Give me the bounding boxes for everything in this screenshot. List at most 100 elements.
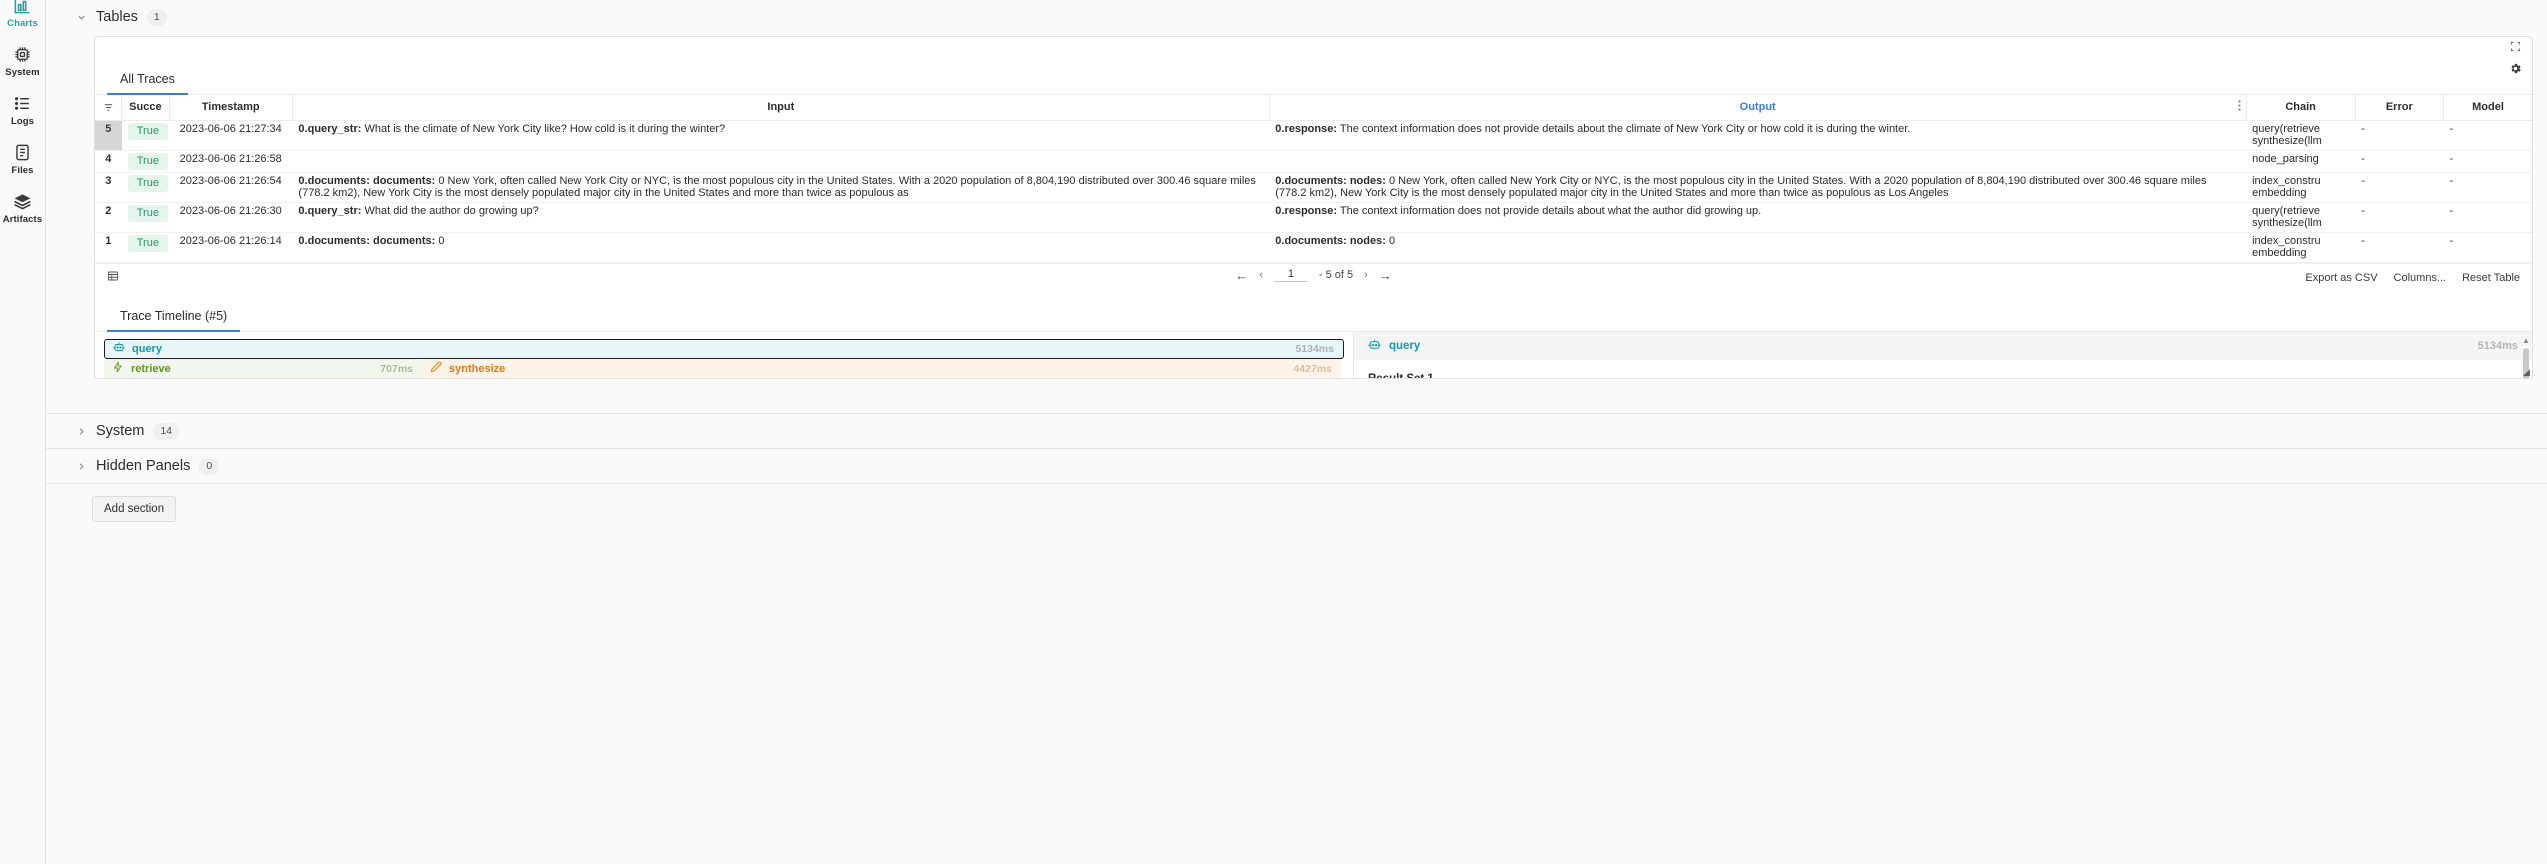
row-chain-line1: index_constru [2252, 174, 2321, 187]
column-header-input[interactable]: Input [292, 95, 1270, 121]
row-index[interactable]: 4 [95, 150, 122, 173]
row-timestamp: 2023-06-06 21:27:34 [169, 120, 293, 151]
column-header-filter[interactable] [95, 95, 123, 121]
reset-table-button[interactable]: Reset Table [2462, 272, 2520, 284]
first-page-icon[interactable]: ← [1235, 268, 1248, 283]
trace-timeline-tabs: Trace Timeline (#5) [95, 303, 2532, 332]
row-input-value: 0 [435, 234, 445, 247]
span-chart: query 5134ms retrieve 707ms synthesize 4… [95, 331, 1354, 380]
section-header-hidden-panels[interactable]: Hidden Panels 0 [46, 448, 2547, 483]
row-output-value: The context information does not provide… [1337, 204, 1762, 217]
last-page-icon[interactable]: → [1379, 268, 1392, 283]
row-index[interactable]: 2 [95, 202, 122, 233]
span-duration: 5134ms [1295, 342, 1334, 355]
file-icon [13, 141, 32, 163]
span-llm[interactable]: llm 4391ms [428, 379, 1341, 380]
row-timestamp: 2023-06-06 21:26:54 [169, 172, 293, 203]
sidebar-label-charts: Charts [7, 18, 38, 29]
sidebar-label-system: System [5, 67, 40, 78]
row-chain-line1: index_constru [2252, 234, 2321, 247]
row-index[interactable]: 1 [95, 232, 122, 263]
row-input: 0.documents: documents: 0 New York, ofte… [292, 172, 1270, 203]
span-row: embedding 690ms llm 4391ms [104, 379, 1344, 380]
status-badge: True [127, 122, 168, 140]
next-page-icon[interactable]: › [1364, 269, 1368, 281]
span-duration: 4427ms [1293, 362, 1332, 375]
table-row[interactable]: 4 True 2023-06-06 21:26:58 node_parsing … [95, 150, 2532, 173]
column-header-chain[interactable]: Chain [2246, 95, 2356, 121]
export-csv-button[interactable]: Export as CSV [2305, 272, 2377, 284]
row-output: 0.response: The context information does… [1269, 202, 2247, 233]
table-grid-icon[interactable] [107, 270, 119, 282]
row-model: - [2443, 232, 2532, 263]
scroll-up-icon[interactable]: ▲ [2522, 336, 2530, 345]
column-header-error[interactable]: Error [2355, 95, 2445, 121]
section-count-system: 14 [153, 422, 180, 440]
columns-button[interactable]: Columns... [2394, 272, 2447, 284]
row-output-key: 0.response: [1275, 122, 1338, 135]
row-timestamp: 2023-06-06 21:26:30 [169, 202, 293, 233]
prev-page-icon[interactable]: ‹ [1259, 269, 1263, 281]
column-header-model[interactable]: Model [2443, 95, 2532, 121]
row-output-key: 0.documents: nodes: [1275, 234, 1386, 247]
traces-table-wrapper: Succe Timestamp Input Output Chain Error… [95, 95, 2532, 303]
table-footer: ← ‹ - 5 of 5 › → Export as CSV Columns..… [95, 262, 2532, 303]
table-row[interactable]: 5 True 2023-06-06 21:27:34 0.query_str: … [95, 120, 2532, 151]
row-output: 0.documents: nodes: 0 New York, often ca… [1269, 172, 2247, 203]
left-nav-rail: Charts System Logs Files Artifacts [0, 0, 46, 864]
section-title-system: System [96, 423, 145, 439]
row-model: - [2443, 172, 2532, 203]
column-header-success[interactable]: Succe [121, 95, 170, 121]
row-error: - [2355, 202, 2444, 233]
chart-icon [13, 0, 32, 16]
row-error: - [2355, 150, 2444, 173]
row-input-key: 0.documents: documents: [298, 234, 436, 247]
sidebar-item-files[interactable]: Files [0, 141, 46, 176]
expand-icon[interactable] [2510, 41, 2521, 52]
row-success: True [121, 232, 170, 263]
column-header-output[interactable]: Output [1269, 95, 2247, 121]
chevron-right-icon[interactable] [76, 426, 87, 437]
row-index[interactable]: 3 [95, 172, 122, 203]
pagination: ← ‹ - 5 of 5 › → [1235, 268, 1392, 283]
table-row[interactable]: 2 True 2023-06-06 21:26:30 0.query_str: … [95, 202, 2532, 233]
tab-trace-timeline[interactable]: Trace Timeline (#5) [107, 303, 241, 332]
span-embedding[interactable]: embedding 690ms [104, 379, 422, 380]
section-header-system[interactable]: System 14 [46, 413, 2547, 448]
span-duration: 707ms [380, 362, 413, 375]
page-range-label: - 5 of 5 [1318, 269, 1354, 281]
sidebar-item-artifacts[interactable]: Artifacts [0, 190, 46, 225]
section-title-tables: Tables [96, 9, 138, 25]
trace-timeline-body: query 5134ms retrieve 707ms synthesize 4… [95, 331, 2532, 380]
row-index[interactable]: 5 [95, 120, 122, 151]
row-chain: index_constru embedding [2246, 232, 2356, 263]
span-query[interactable]: query 5134ms [104, 338, 1344, 359]
table-actions: Export as CSV Columns... Reset Table [2305, 272, 2520, 284]
detail-header: query 5134ms [1354, 331, 2532, 360]
sidebar-item-logs[interactable]: Logs [0, 92, 46, 127]
row-output-value: The context information does not provide… [1337, 122, 1911, 135]
table-header-row: Succe Timestamp Input Output Chain Error… [95, 95, 2532, 121]
span-retrieve[interactable]: retrieve 707ms [104, 358, 422, 378]
column-menu-icon[interactable] [2237, 99, 2241, 115]
gear-icon[interactable] [2509, 62, 2522, 75]
chevron-right-icon[interactable] [76, 461, 87, 472]
row-error: - [2355, 172, 2444, 203]
panel-resize-handle[interactable]: ◢ [2520, 366, 2532, 378]
layers-icon [13, 190, 32, 212]
row-output: 0.documents: nodes: 0 [1269, 232, 2247, 263]
table-row[interactable]: 1 True 2023-06-06 21:26:14 0.documents: … [95, 232, 2532, 263]
span-row: query 5134ms [104, 338, 1344, 359]
sidebar-item-system[interactable]: System [0, 43, 46, 78]
sidebar-item-charts[interactable]: Charts [0, 0, 46, 29]
span-synthesize[interactable]: synthesize 4427ms [422, 358, 1341, 378]
table-row[interactable]: 3 True 2023-06-06 21:26:54 0.documents: … [95, 172, 2532, 203]
tab-all-traces[interactable]: All Traces [107, 67, 188, 95]
status-badge: True [127, 234, 168, 252]
robot-icon [113, 341, 125, 356]
add-section-button[interactable]: Add section [92, 496, 177, 522]
chevron-down-icon[interactable] [76, 12, 87, 23]
page-number-input[interactable] [1273, 268, 1308, 282]
status-badge: True [127, 174, 168, 192]
column-header-timestamp[interactable]: Timestamp [169, 95, 293, 121]
